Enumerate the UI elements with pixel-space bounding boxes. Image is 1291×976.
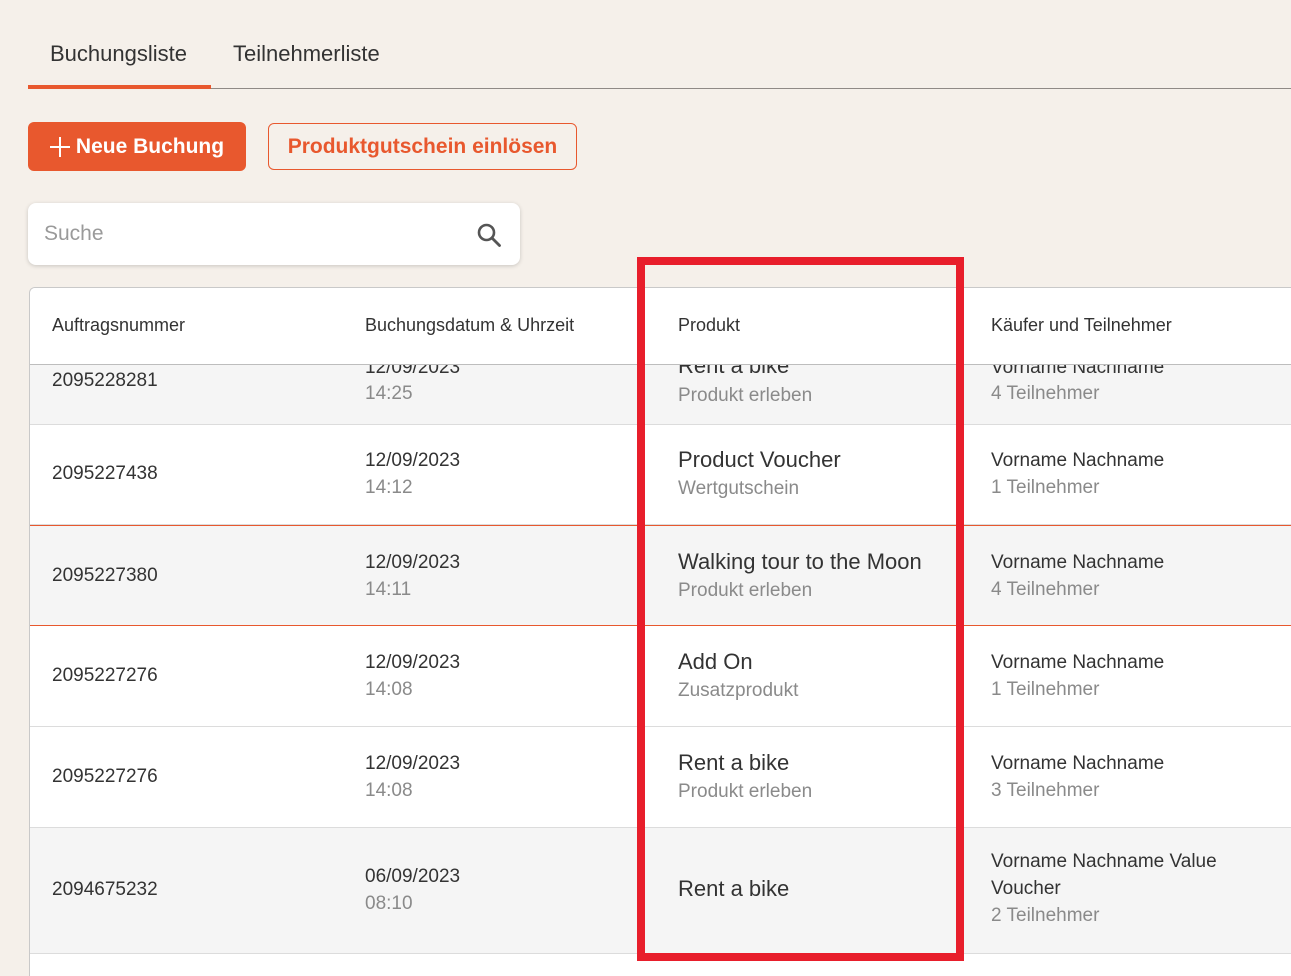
- participant-count: 1 Teilnehmer: [991, 679, 1100, 700]
- buyer-name: Vorname Nachname: [991, 753, 1165, 774]
- booking-time: 14:12: [365, 477, 413, 498]
- booking-date: 12/09/2023: [365, 552, 461, 573]
- table-row[interactable]: 2095227276 12/09/2023 14:08 Rent a bike …: [30, 727, 1291, 828]
- participant-count: 3 Teilnehmer: [991, 780, 1100, 801]
- product-name: Product Voucher: [678, 447, 841, 472]
- table-row[interactable]: [30, 954, 1291, 976]
- booking-date: 12/09/2023: [365, 753, 461, 774]
- buyer-name: Vorname Nachname: [991, 652, 1165, 673]
- booking-time: 14:08: [365, 780, 413, 801]
- plus-icon: [49, 136, 70, 157]
- booking-time: 14:11: [365, 579, 412, 600]
- product-type: Wertgutschein: [678, 478, 800, 499]
- table-row[interactable]: 2095227380 12/09/2023 14:11 Walking tour…: [30, 525, 1291, 626]
- participant-count: 1 Teilnehmer: [991, 477, 1100, 498]
- order-number: 2095228281: [52, 370, 158, 391]
- table-row[interactable]: 2095227276 12/09/2023 14:08 Add On Zusat…: [30, 626, 1291, 727]
- booking-date: 12/09/2023: [365, 652, 461, 673]
- booking-table: Auftragsnummer Buchungsdatum & Uhrzeit P…: [29, 287, 1291, 976]
- product-type: Produkt erleben: [678, 580, 813, 601]
- search-icon[interactable]: [476, 222, 502, 248]
- product-name: Rent a bike: [678, 876, 790, 901]
- product-type: Produkt erleben: [678, 781, 813, 802]
- tab-buchungsliste[interactable]: Buchungsliste: [50, 41, 187, 67]
- header-product[interactable]: Produkt: [678, 315, 740, 336]
- tab-teilnehmerliste[interactable]: Teilnehmerliste: [233, 41, 380, 67]
- order-number: 2094675232: [52, 879, 158, 900]
- participant-count: 2 Teilnehmer: [991, 905, 1100, 926]
- order-number: 2095227276: [52, 766, 158, 787]
- buyer-name-continued: Voucher: [991, 878, 1061, 899]
- header-buyer[interactable]: Käufer und Teilnehmer: [991, 315, 1172, 336]
- participant-count: 4 Teilnehmer: [991, 579, 1100, 600]
- redeem-voucher-button[interactable]: Produktgutschein einlösen: [268, 123, 577, 170]
- active-tab-indicator: [28, 85, 211, 89]
- product-type: Zusatzprodukt: [678, 680, 799, 701]
- booking-time: 14:08: [365, 679, 413, 700]
- table-row[interactable]: 2094675232 06/09/2023 08:10 Rent a bike …: [30, 828, 1291, 954]
- product-name: Add On: [678, 649, 753, 674]
- order-number: 2095227380: [52, 565, 158, 586]
- search-input[interactable]: [44, 215, 444, 253]
- table-row[interactable]: 2095227438 12/09/2023 14:12 Product Vouc…: [30, 424, 1291, 525]
- product-type: Produkt erleben: [678, 385, 813, 406]
- product-name: Rent a bike: [678, 750, 790, 775]
- participant-count: 4 Teilnehmer: [991, 383, 1100, 404]
- buyer-name: Vorname Nachname Value: [991, 851, 1217, 872]
- tab-bar: Buchungsliste Teilnehmerliste: [28, 24, 1291, 89]
- table-header: Auftragsnummer Buchungsdatum & Uhrzeit P…: [30, 288, 1291, 365]
- search-box: [28, 203, 520, 265]
- product-name: Walking tour to the Moon: [678, 549, 922, 574]
- buyer-name: Vorname Nachname: [991, 552, 1165, 573]
- booking-date: 06/09/2023: [365, 866, 461, 887]
- booking-time: 08:10: [365, 893, 413, 914]
- header-order-number[interactable]: Auftragsnummer: [52, 315, 185, 336]
- order-number: 2095227438: [52, 463, 158, 484]
- booking-date: 12/09/2023: [365, 450, 461, 471]
- header-booking-date[interactable]: Buchungsdatum & Uhrzeit: [365, 315, 574, 336]
- order-number: 2095227276: [52, 665, 158, 686]
- buyer-name: Vorname Nachname: [991, 450, 1165, 471]
- booking-time: 14:25: [365, 383, 413, 404]
- new-booking-label: Neue Buchung: [75, 134, 225, 158]
- new-booking-button[interactable]: Neue Buchung: [28, 122, 246, 171]
